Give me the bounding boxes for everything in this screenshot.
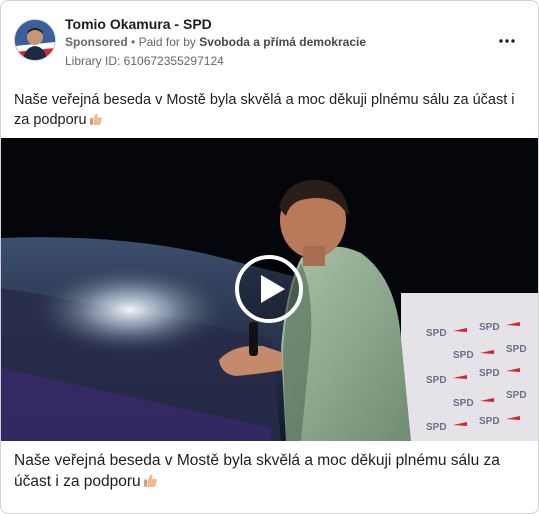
ellipsis-icon xyxy=(499,39,515,43)
video-player[interactable]: SPD SPD SPD SPD SPD SPD SPD SPD SPD SPD xyxy=(1,138,538,441)
avatar-image xyxy=(15,20,55,60)
svg-text:SPD: SPD xyxy=(479,368,500,379)
svg-text:SPD: SPD xyxy=(453,398,474,409)
sponsored-label: Sponsored xyxy=(65,35,128,49)
svg-text:SPD: SPD xyxy=(506,344,527,355)
more-options-button[interactable] xyxy=(495,31,519,51)
svg-text:SPD: SPD xyxy=(506,390,527,401)
svg-text:SPD: SPD xyxy=(426,375,447,386)
svg-text:SPD: SPD xyxy=(426,422,447,433)
video-caption: Naše veřejná beseda v Mostě byla skvělá … xyxy=(14,450,526,492)
page-avatar[interactable] xyxy=(14,19,56,61)
thumbs-up-icon xyxy=(143,474,157,487)
sponsored-line: Sponsored • Paid for by Svoboda a přímá … xyxy=(65,35,366,49)
svg-text:SPD: SPD xyxy=(479,322,500,333)
ad-card: Tomio Okamura - SPD Sponsored • Paid for… xyxy=(0,0,539,514)
page-name-link[interactable]: Tomio Okamura - SPD xyxy=(65,16,212,32)
thumbs-up-icon xyxy=(89,113,102,125)
svg-text:SPD: SPD xyxy=(479,416,500,427)
play-icon[interactable] xyxy=(235,255,303,323)
payer-name[interactable]: Svoboda a přímá demokracie xyxy=(199,35,366,49)
svg-text:SPD: SPD xyxy=(426,328,447,339)
paid-for-prefix: Paid for by xyxy=(138,35,196,49)
library-id: Library ID: 610672355297124 xyxy=(65,54,224,68)
caption-text: Naše veřejná beseda v Mostě byla skvělá … xyxy=(14,452,500,490)
post-body: Naše veřejná beseda v Mostě byla skvělá … xyxy=(14,90,524,130)
svg-text:SPD: SPD xyxy=(453,350,474,361)
meta-separator: • xyxy=(131,35,136,49)
